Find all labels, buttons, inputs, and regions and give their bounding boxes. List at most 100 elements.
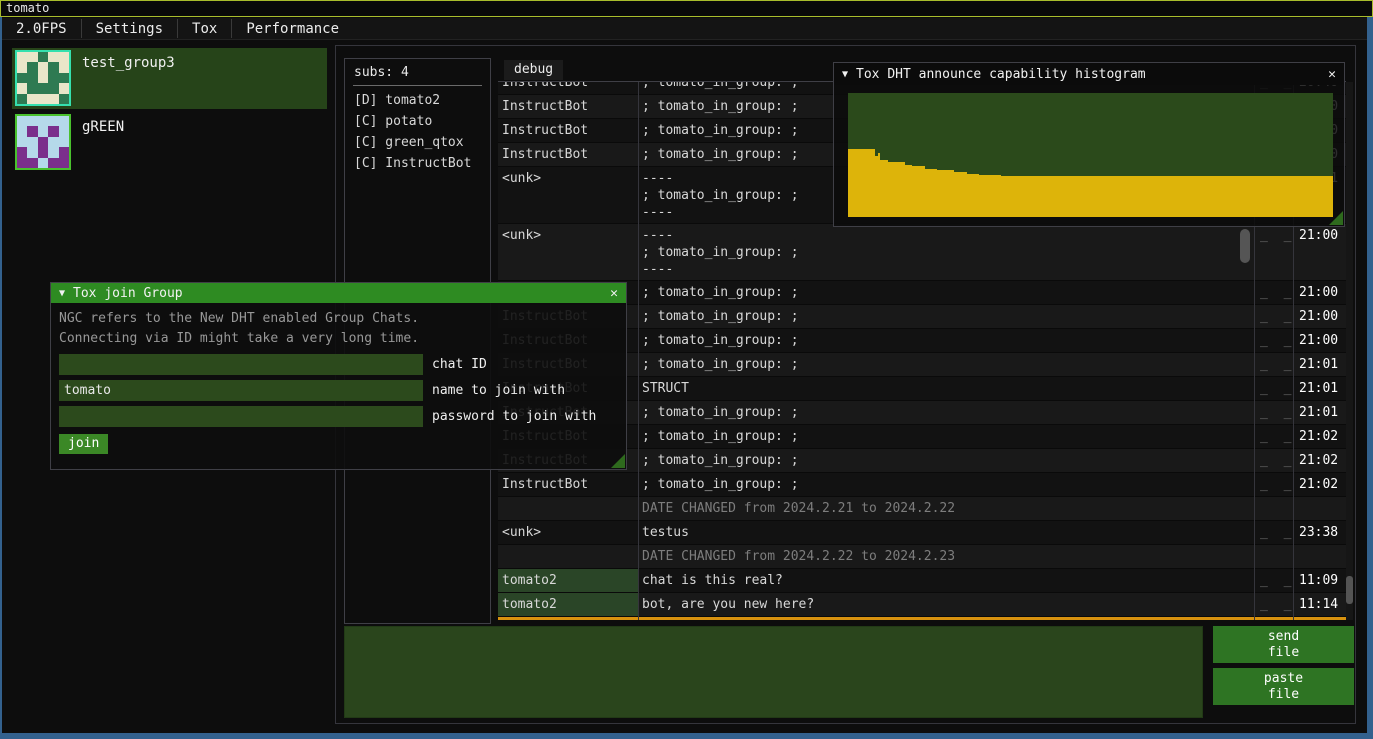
chat-row[interactable]: tomato2chat is this real?_ _11:09 bbox=[498, 569, 1346, 593]
message-text: DATE CHANGED from 2024.2.21 to 2024.2.22 bbox=[638, 497, 1254, 520]
message-time: 21:02 bbox=[1293, 473, 1346, 496]
message-author: <unk> bbox=[498, 224, 638, 280]
histogram-window: ▼ Tox DHT announce capability histogram … bbox=[833, 62, 1345, 227]
avatar-pixel bbox=[48, 137, 58, 147]
message-time: 21:02 bbox=[1293, 449, 1346, 472]
tab-debug[interactable]: debug bbox=[504, 60, 563, 80]
group-item-green[interactable]: gREEN bbox=[12, 112, 327, 173]
join-group-window-titlebar[interactable]: ▼ Tox join Group ✕ bbox=[51, 283, 626, 303]
avatar-pixel bbox=[38, 126, 48, 136]
message-time: 21:00 bbox=[1293, 305, 1346, 328]
message-status: _ _ bbox=[1254, 401, 1293, 424]
message-status: _ _ bbox=[1254, 569, 1293, 592]
paste-file-button[interactable]: paste file bbox=[1213, 668, 1354, 705]
chat-row[interactable]: InstructBot; tomato_in_group: ;_ _21:02 bbox=[498, 473, 1346, 497]
message-status bbox=[1254, 545, 1293, 568]
member-list-item[interactable]: [C] green_qtox bbox=[345, 132, 490, 153]
collapse-icon[interactable]: ▼ bbox=[842, 69, 848, 80]
avatar-pixel bbox=[27, 158, 37, 168]
message-text: ; tomato_in_group: ; bbox=[638, 449, 1254, 472]
chat-row[interactable]: tomato2bot, are you new here?_ _11:14 bbox=[498, 593, 1346, 617]
avatar-pixel bbox=[59, 73, 69, 83]
join-input-password-to-join-with[interactable] bbox=[59, 406, 423, 427]
message-author bbox=[498, 545, 638, 568]
message-text: testus bbox=[638, 521, 1254, 544]
avatar-pixel bbox=[38, 147, 48, 157]
message-status: _ _ bbox=[1254, 521, 1293, 544]
resize-grip-icon[interactable] bbox=[611, 454, 625, 468]
avatar-pixel bbox=[48, 147, 58, 157]
join-field-label-name-to-join-with: name to join with bbox=[432, 380, 565, 401]
histogram-window-titlebar[interactable]: ▼ Tox DHT announce capability histogram … bbox=[834, 63, 1344, 85]
group-avatar bbox=[15, 114, 71, 170]
join-field-row: password to join with bbox=[59, 406, 618, 427]
window-frame-right bbox=[1367, 17, 1373, 739]
message-time: 11:14 bbox=[1293, 593, 1346, 616]
message-time: 11:15 bbox=[1293, 617, 1346, 620]
avatar-pixel bbox=[27, 73, 37, 83]
histogram-bar bbox=[937, 170, 954, 217]
avatar-pixel bbox=[38, 52, 48, 62]
avatar-pixel bbox=[17, 116, 27, 126]
app-window: tomato 2.0FPSSettingsToxPerformance test… bbox=[0, 0, 1373, 739]
histogram-bar bbox=[1001, 176, 1333, 217]
member-list-item[interactable]: [C] potato bbox=[345, 111, 490, 132]
avatar-pixel bbox=[17, 83, 27, 93]
message-author: InstructBot bbox=[498, 119, 638, 142]
avatar-pixel bbox=[17, 137, 27, 147]
close-icon[interactable]: ✕ bbox=[1328, 67, 1336, 82]
message-status: _ _ bbox=[1254, 449, 1293, 472]
message-text: ; tomato_in_group: ; bbox=[638, 401, 1254, 424]
histogram-bar bbox=[979, 175, 1001, 217]
message-time: 21:01 bbox=[1293, 353, 1346, 376]
message-author: <unk> bbox=[498, 167, 638, 223]
avatar-pixel bbox=[38, 137, 48, 147]
send-file-button[interactable]: send file bbox=[1213, 626, 1354, 663]
chat-row[interactable]: <unk>---- ; tomato_in_group: ; ----_ _21… bbox=[498, 224, 1346, 281]
menu-item-2-0fps[interactable]: 2.0FPS bbox=[2, 18, 81, 39]
avatar-pixel bbox=[17, 94, 27, 104]
message-text: chat is this real? bbox=[638, 569, 1254, 592]
message-text: STRUCT bbox=[638, 377, 1254, 400]
inner-scrollbar-thumb[interactable] bbox=[1240, 229, 1250, 263]
message-time: 23:38 bbox=[1293, 521, 1346, 544]
avatar-pixel bbox=[17, 126, 27, 136]
os-titlebar[interactable]: tomato bbox=[0, 0, 1373, 17]
member-list-item[interactable]: [D] tomato2 bbox=[345, 90, 490, 111]
menu-item-settings[interactable]: Settings bbox=[82, 18, 177, 39]
message-text: ; tomato_in_group: ; bbox=[638, 473, 1254, 496]
message-text: DATE CHANGED from 2024.2.22 to 2024.2.23 bbox=[638, 545, 1254, 568]
chat-row[interactable]: <unk>testus_ _23:38 bbox=[498, 521, 1346, 545]
member-list-item[interactable]: [C] InstructBot bbox=[345, 153, 490, 174]
message-status: _ _ bbox=[1254, 593, 1293, 616]
avatar-pixel bbox=[48, 62, 58, 72]
join-input-chat-id[interactable] bbox=[59, 354, 423, 375]
chat-scrollbar-thumb[interactable] bbox=[1346, 576, 1353, 604]
histogram-bar bbox=[848, 149, 875, 217]
window-frame-bottom bbox=[0, 733, 1373, 739]
join-input-name-to-join-with[interactable] bbox=[59, 380, 423, 401]
avatar-pixel bbox=[59, 52, 69, 62]
avatar-pixel bbox=[59, 158, 69, 168]
message-input[interactable] bbox=[344, 626, 1203, 718]
join-field-label-password-to-join-with: password to join with bbox=[432, 406, 596, 427]
close-icon[interactable]: ✕ bbox=[610, 286, 618, 301]
avatar-pixel bbox=[27, 126, 37, 136]
avatar-pixel bbox=[48, 126, 58, 136]
histogram-bar bbox=[912, 166, 924, 217]
menu-item-performance[interactable]: Performance bbox=[232, 18, 353, 39]
chat-row[interactable]: InstructBotNo, I've been in this group f… bbox=[498, 617, 1346, 620]
message-text: ; tomato_in_group: ; bbox=[638, 329, 1254, 352]
menu-item-tox[interactable]: Tox bbox=[178, 18, 231, 39]
join-button[interactable]: join bbox=[59, 434, 108, 454]
message-text: ; tomato_in_group: ; bbox=[638, 353, 1254, 376]
avatar-pixel bbox=[48, 52, 58, 62]
group-item-test-group3[interactable]: test_group3 bbox=[12, 48, 327, 109]
group-avatar bbox=[15, 50, 71, 106]
resize-grip-icon[interactable] bbox=[1329, 211, 1343, 225]
join-fields: chat IDname to join withpassword to join… bbox=[51, 354, 626, 427]
chat-scrollbar-track[interactable] bbox=[1346, 82, 1353, 620]
message-text: ; tomato_in_group: ; bbox=[638, 425, 1254, 448]
collapse-icon[interactable]: ▼ bbox=[59, 288, 65, 299]
avatar-pixel bbox=[59, 62, 69, 72]
